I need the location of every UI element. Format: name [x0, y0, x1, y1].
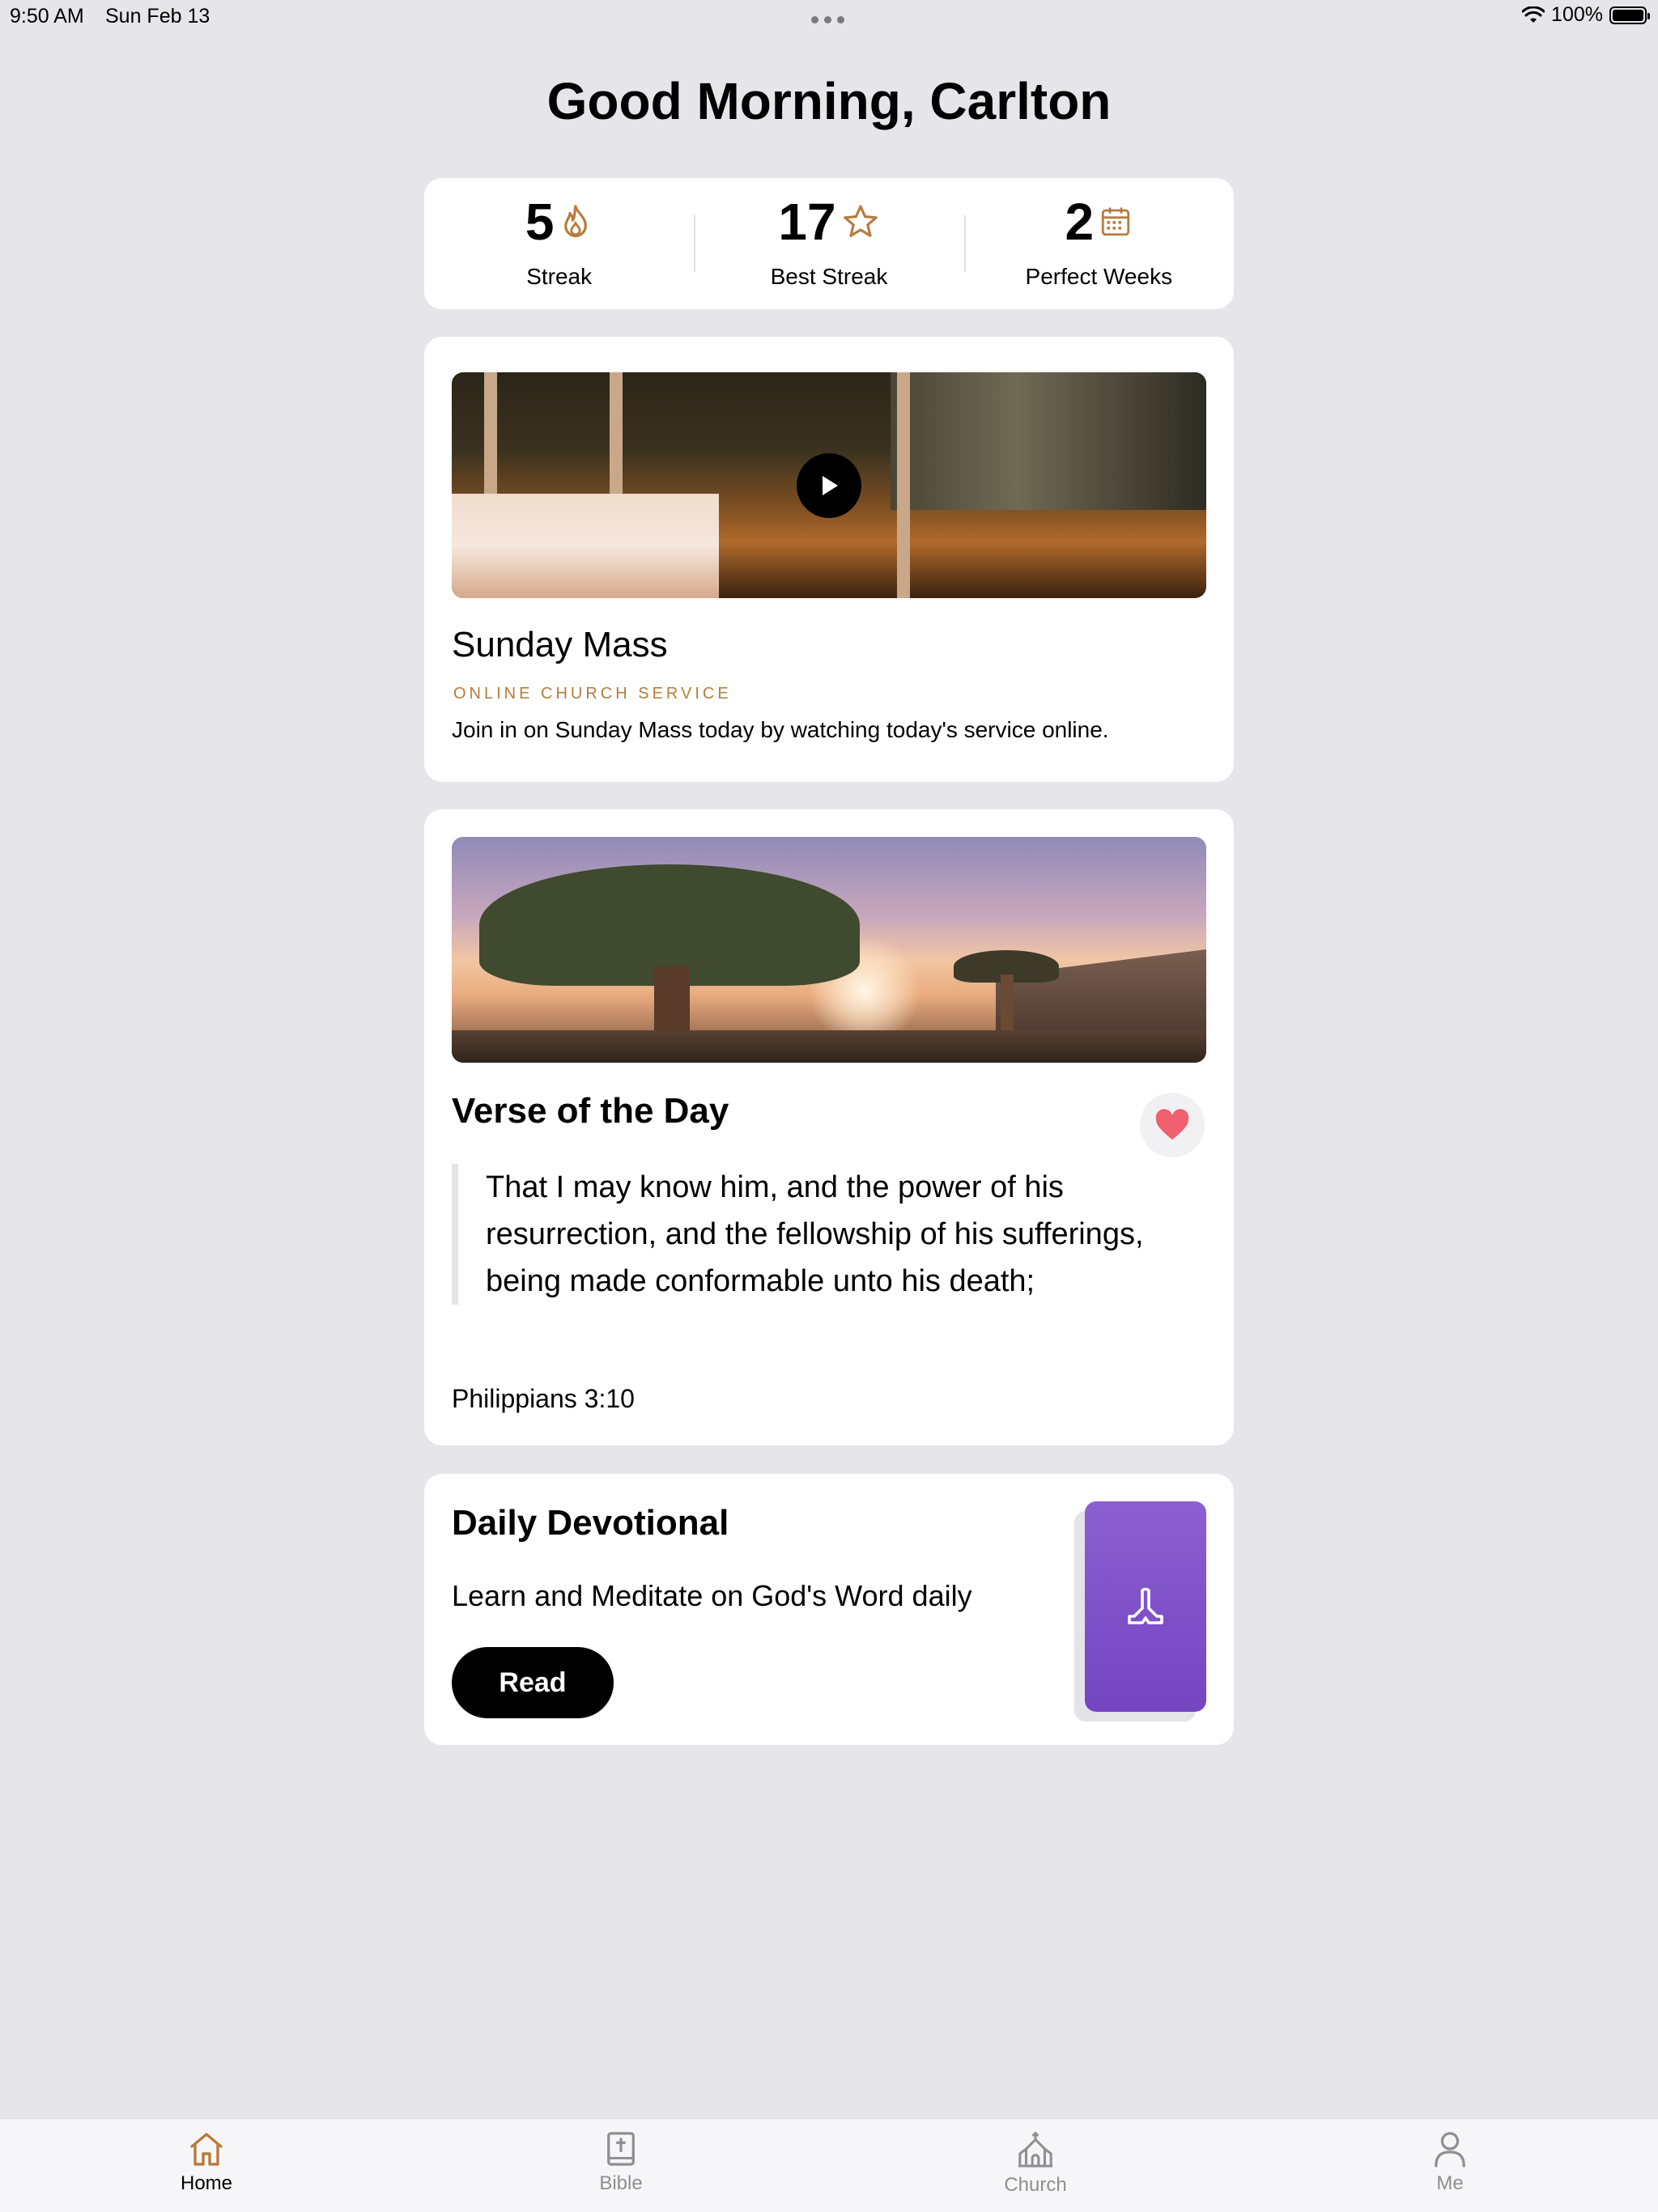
- tab-label: Me: [1436, 2172, 1464, 2194]
- tab-bar: Home Bible Church Me: [0, 2118, 1658, 2212]
- stat-label: Best Streak: [770, 264, 888, 289]
- tab-church[interactable]: Church: [954, 2130, 1116, 2197]
- mass-description: Join in on Sunday Mass today by watching…: [452, 717, 1109, 742]
- tab-bible[interactable]: Bible: [540, 2130, 702, 2195]
- greeting-title: Good Morning, Carlton: [546, 72, 1112, 130]
- praying-hands-icon: [1128, 1587, 1163, 1624]
- status-bar: 9:50 AM Sun Feb 13 100%: [0, 0, 1658, 32]
- stat-value: 17: [778, 193, 836, 251]
- devotional-description: Learn and Meditate on God's Word daily: [452, 1579, 972, 1612]
- person-icon: [1435, 2132, 1465, 2167]
- stat-perfect-weeks: 2 Perfect Weeks: [963, 178, 1234, 309]
- stat-streak: 5 Streak: [424, 178, 694, 309]
- verse-text: That I may know him, and the power of hi…: [452, 1164, 1150, 1305]
- status-time: 9:50 AM: [10, 5, 84, 28]
- verse-reference: Philippians 3:10: [452, 1384, 635, 1413]
- wifi-icon: [1522, 6, 1545, 23]
- verse-title: Verse of the Day: [452, 1091, 729, 1131]
- battery-icon: [1609, 6, 1650, 24]
- tab-label: Home: [180, 2172, 233, 2194]
- heart-icon: [1155, 1109, 1189, 1140]
- stats-card: 5 Streak 17 Best Streak 2 Perfect Weeks: [424, 178, 1234, 309]
- play-button[interactable]: [797, 453, 861, 518]
- flame-icon: [564, 205, 588, 238]
- stat-label: Perfect Weeks: [1025, 264, 1173, 289]
- mass-title: Sunday Mass: [452, 625, 668, 664]
- daily-devotional-card: Daily Devotional Learn and Meditate on G…: [424, 1474, 1234, 1745]
- stat-label: Streak: [526, 264, 593, 289]
- battery-percent: 100%: [1551, 3, 1603, 26]
- status-date: Sun Feb 13: [105, 5, 210, 28]
- multitasking-dots-icon[interactable]: [811, 16, 844, 23]
- bible-icon: [607, 2132, 635, 2166]
- stat-best-streak: 17 Best Streak: [694, 178, 963, 309]
- tab-me[interactable]: Me: [1369, 2130, 1531, 2195]
- landscape-image: [452, 837, 1206, 1063]
- mass-kicker: ONLINE CHURCH SERVICE: [453, 685, 732, 703]
- sunday-mass-card[interactable]: Sunday Mass ONLINE CHURCH SERVICE Join i…: [424, 337, 1234, 782]
- devotional-book[interactable]: [1085, 1501, 1206, 1712]
- star-icon: [843, 205, 878, 237]
- tab-label: Church: [1004, 2174, 1067, 2196]
- church-icon: [1018, 2131, 1053, 2167]
- church-pews-image[interactable]: [452, 372, 1206, 598]
- play-icon: [823, 476, 838, 495]
- tab-home[interactable]: Home: [125, 2130, 287, 2195]
- read-button[interactable]: Read: [452, 1647, 614, 1718]
- calendar-icon: [1101, 207, 1130, 236]
- devotional-title: Daily Devotional: [452, 1503, 729, 1543]
- verse-card: Verse of the Day That I may know him, an…: [424, 809, 1234, 1446]
- status-right: 100%: [1522, 3, 1650, 27]
- home-icon: [190, 2133, 223, 2166]
- favorite-button[interactable]: [1140, 1093, 1205, 1157]
- stat-value: 2: [1065, 193, 1095, 251]
- stat-value: 5: [525, 193, 555, 251]
- tab-label: Bible: [599, 2172, 643, 2194]
